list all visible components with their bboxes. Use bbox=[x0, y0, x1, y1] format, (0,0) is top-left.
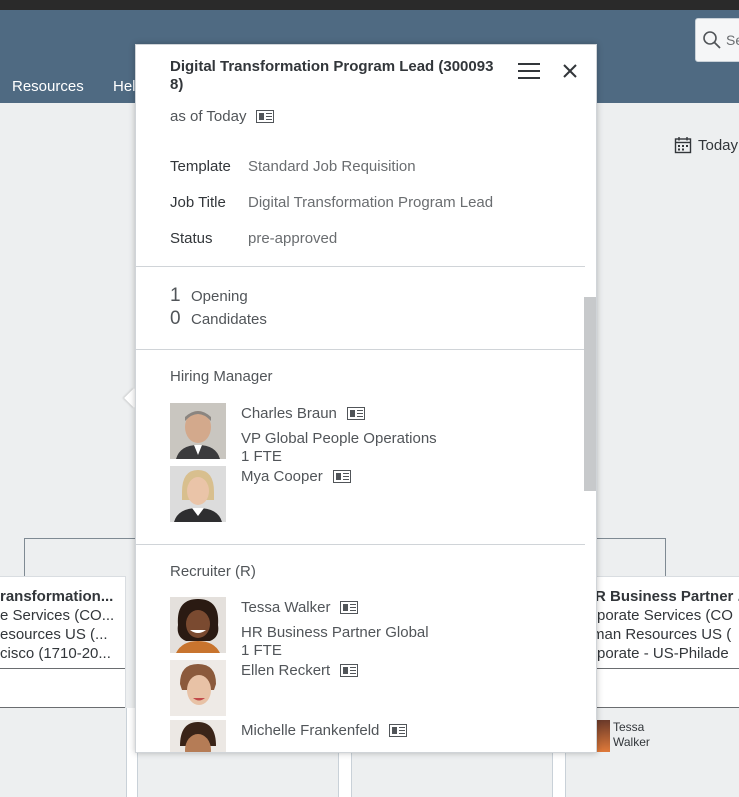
field-value: Digital Transformation Program Lead bbox=[248, 194, 494, 211]
divider bbox=[0, 668, 125, 669]
person-role: HR Business Partner Global bbox=[241, 624, 429, 641]
window-top-strip bbox=[0, 0, 739, 10]
recruiter-title: Recruiter (R) bbox=[170, 563, 256, 580]
hiring-manager-title: Hiring Manager bbox=[170, 368, 273, 385]
count-number: 0 bbox=[170, 308, 181, 329]
scrollbar-thumb[interactable] bbox=[584, 297, 596, 491]
avatar bbox=[170, 720, 226, 752]
count-number: 1 bbox=[170, 285, 181, 306]
field-value: pre-approved bbox=[248, 230, 338, 247]
popover-title: Digital Transformation Program Lead (300… bbox=[170, 58, 494, 93]
avatar bbox=[170, 466, 226, 522]
person-name: Charles Braun bbox=[241, 405, 365, 422]
person-charles-braun[interactable]: Charles Braun VP Global People Operation… bbox=[170, 403, 570, 465]
search-placeholder: Se bbox=[726, 32, 739, 48]
hamburger-icon bbox=[518, 70, 540, 72]
org-mini-person[interactable]: Tessa Walker bbox=[588, 720, 650, 752]
field-value: Standard Job Requisition bbox=[248, 158, 416, 175]
close-button[interactable] bbox=[561, 62, 579, 80]
count-label: Opening bbox=[191, 288, 248, 305]
avatar bbox=[170, 660, 226, 716]
business-card-icon[interactable] bbox=[256, 110, 275, 123]
org-card-left-line: cisco (1710-20... bbox=[0, 645, 111, 662]
person-fte: 1 FTE bbox=[241, 642, 282, 659]
org-card-right-title: R Business Partner ... bbox=[595, 588, 739, 605]
business-card-icon[interactable] bbox=[340, 664, 359, 677]
person-michelle-frankenfeld[interactable]: Michelle Frankenfeld bbox=[170, 720, 570, 752]
divider bbox=[589, 707, 739, 708]
menu-button[interactable] bbox=[518, 63, 540, 83]
org-card-right[interactable]: R Business Partner ... rporate Services … bbox=[588, 576, 739, 708]
org-card-left-line: esources US (... bbox=[0, 626, 108, 643]
field-job-title: Job Title Digital Transformation Program… bbox=[170, 194, 493, 211]
hamburger-icon bbox=[518, 77, 540, 79]
avatar bbox=[170, 597, 226, 653]
person-name: Michelle Frankenfeld bbox=[241, 722, 408, 739]
divider bbox=[589, 668, 739, 669]
org-card-right-line: rporate - US-Philade bbox=[592, 645, 729, 662]
mini-person-last: Walker bbox=[613, 735, 650, 749]
org-card-right-line: man Resources US ( bbox=[592, 626, 732, 643]
hamburger-icon bbox=[518, 63, 540, 65]
mini-person-first: Tessa bbox=[613, 720, 645, 734]
person-tessa-walker[interactable]: Tessa Walker HR Business Partner Global … bbox=[170, 597, 570, 659]
person-name: Ellen Reckert bbox=[241, 662, 359, 679]
today-label: Today bbox=[698, 136, 739, 154]
openings-count: 1 Opening bbox=[170, 285, 248, 307]
person-ellen-reckert[interactable]: Ellen Reckert bbox=[170, 660, 570, 716]
count-label: Candidates bbox=[191, 311, 267, 328]
field-template: Template Standard Job Requisition bbox=[170, 158, 416, 175]
calendar-icon bbox=[674, 137, 692, 154]
field-status: Status pre-approved bbox=[170, 230, 337, 247]
field-label: Job Title bbox=[170, 194, 226, 211]
search-icon bbox=[703, 31, 721, 49]
business-card-icon[interactable] bbox=[389, 724, 408, 737]
org-card-left-line: e Services (CO... bbox=[0, 607, 115, 624]
candidates-count: 0 Candidates bbox=[170, 308, 267, 330]
nav-item-resources[interactable]: Resources bbox=[12, 78, 84, 95]
field-label: Status bbox=[170, 230, 213, 247]
person-fte: 1 FTE bbox=[241, 448, 282, 465]
nav-item-help[interactable]: Hel bbox=[113, 78, 136, 95]
business-card-icon[interactable] bbox=[340, 601, 359, 614]
person-name: Mya Cooper bbox=[241, 468, 351, 485]
today-button[interactable]: Today bbox=[674, 136, 738, 154]
job-requisition-popover: Digital Transformation Program Lead (300… bbox=[135, 44, 597, 753]
close-icon bbox=[563, 64, 577, 78]
divider bbox=[0, 707, 125, 708]
org-card-left[interactable]: ransformation... e Services (CO... esour… bbox=[0, 576, 126, 708]
person-mya-cooper[interactable]: Mya Cooper bbox=[170, 466, 570, 522]
business-card-icon[interactable] bbox=[346, 407, 365, 420]
field-label: Template bbox=[170, 158, 231, 175]
divider bbox=[136, 544, 585, 545]
avatar bbox=[170, 403, 226, 459]
as-of-date: as of Today bbox=[170, 108, 275, 125]
as-of-label: as of Today bbox=[170, 108, 247, 125]
divider bbox=[136, 266, 585, 267]
org-card-left-title: ransformation... bbox=[0, 588, 114, 605]
search-input[interactable]: Se bbox=[695, 18, 739, 62]
business-card-icon[interactable] bbox=[332, 470, 351, 483]
divider bbox=[136, 349, 585, 350]
person-name: Tessa Walker bbox=[241, 599, 359, 616]
person-role: VP Global People Operations bbox=[241, 430, 437, 447]
org-card-right-line: rporate Services (CO bbox=[592, 607, 733, 624]
